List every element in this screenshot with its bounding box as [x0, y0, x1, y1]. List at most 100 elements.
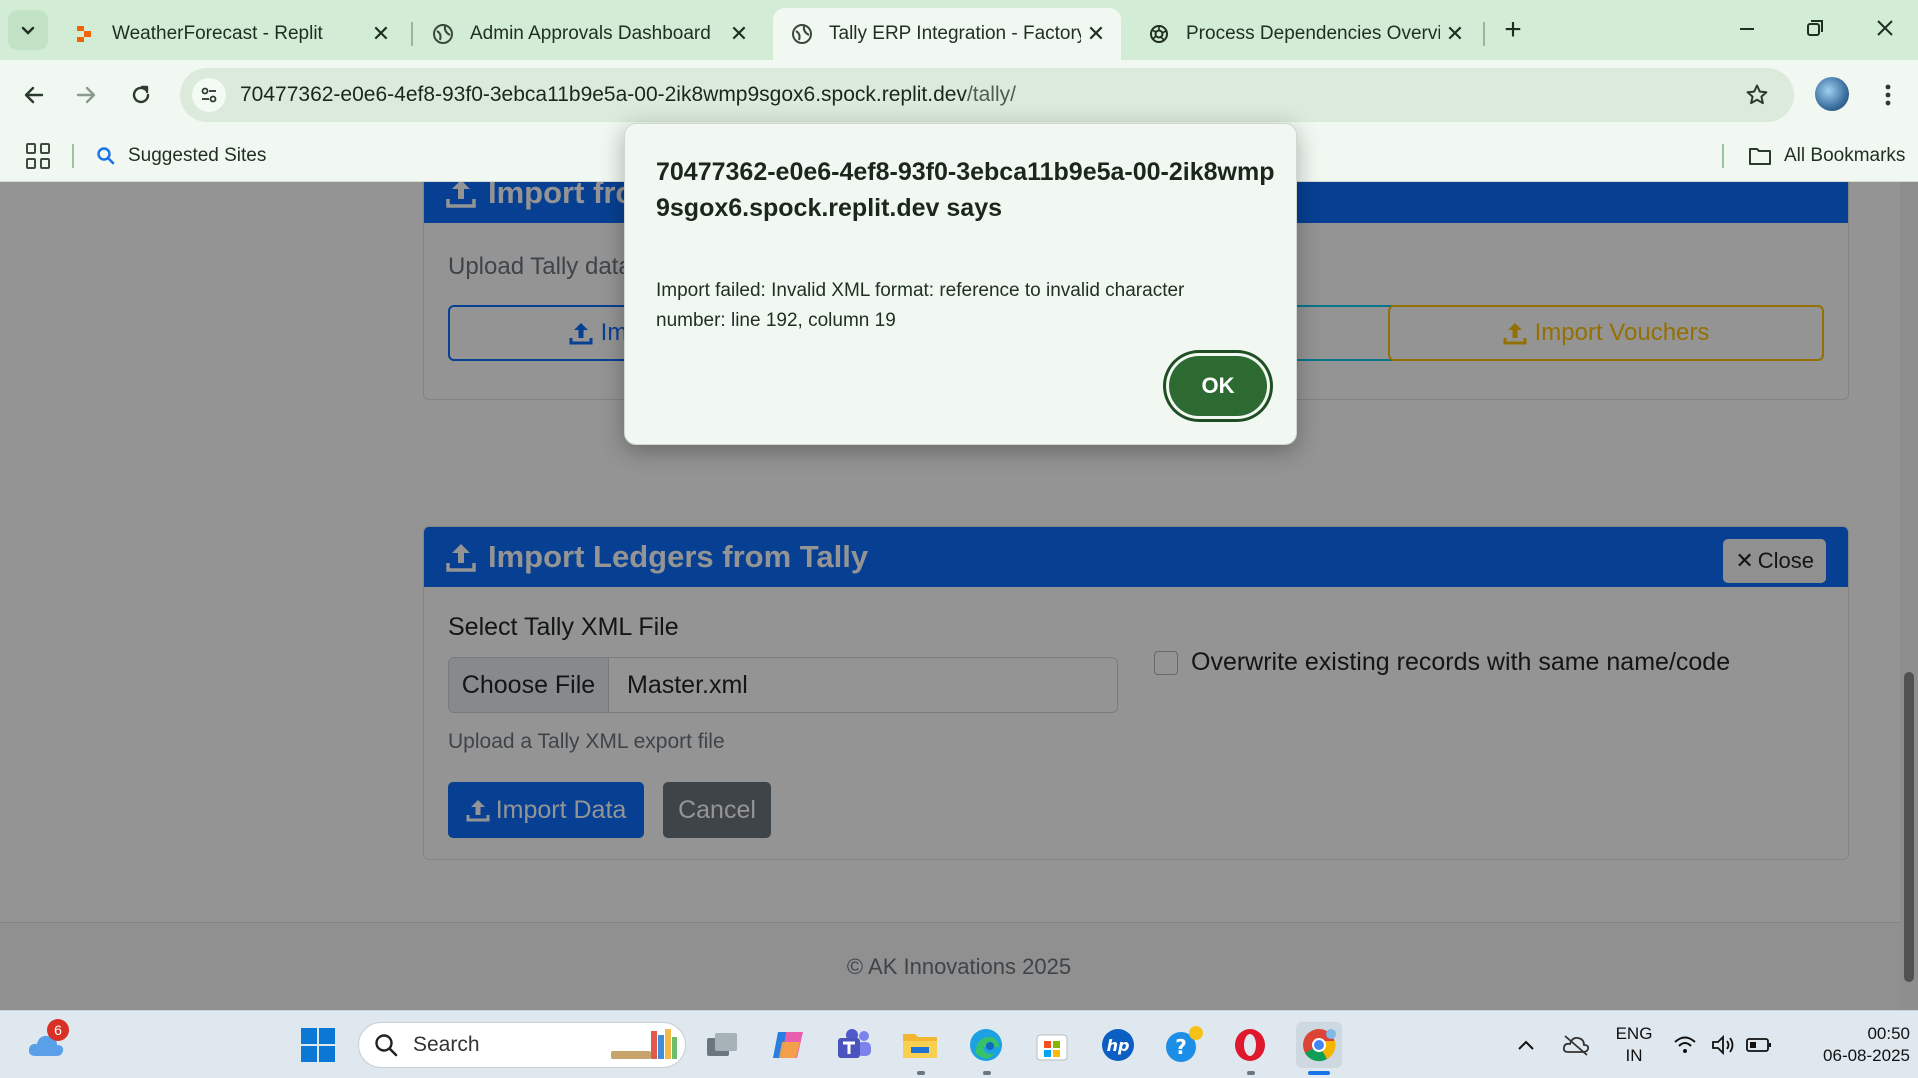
hp-icon: hp [1102, 1029, 1134, 1061]
minimize-icon [1740, 28, 1754, 30]
running-indicator [1247, 1071, 1255, 1075]
apps-grid-icon[interactable] [26, 143, 52, 169]
wifi-tray[interactable] [1670, 1025, 1700, 1065]
copilot-app[interactable] [768, 1025, 808, 1065]
tab-tally-erp[interactable]: Tally ERP Integration - Factory M ✕ [773, 8, 1121, 60]
browser-menu-button[interactable] [1870, 75, 1906, 115]
battery-tray[interactable] [1744, 1025, 1774, 1065]
windows-icon [301, 1028, 335, 1062]
openai-icon [1148, 23, 1170, 45]
tab-title: Tally ERP Integration - Factory M [829, 23, 1081, 44]
reload-icon [132, 85, 150, 104]
bookmark-star-icon[interactable] [1740, 78, 1774, 112]
tab-title: Process Dependencies Overview [1186, 23, 1440, 44]
all-bookmarks-button[interactable]: All Bookmarks [1748, 140, 1905, 172]
restore-icon [1807, 20, 1823, 36]
reload-button[interactable] [119, 73, 163, 117]
tab-weatherforecast[interactable]: WeatherForecast - Replit ✕ [56, 8, 406, 60]
bookmark-suggested-sites[interactable]: Suggested Sites [96, 140, 266, 172]
back-button[interactable] [12, 73, 56, 117]
tab-title: Admin Approvals Dashboard [470, 23, 711, 44]
bookmark-separator [1722, 144, 1724, 168]
folder-icon [1749, 148, 1771, 165]
globe-icon [432, 23, 454, 45]
close-icon[interactable]: ✕ [724, 19, 754, 49]
show-hidden-icons-button[interactable] [1506, 1025, 1546, 1065]
forward-button[interactable] [64, 73, 108, 117]
close-icon[interactable]: ✕ [1440, 19, 1470, 49]
globe-icon [791, 23, 813, 45]
profile-avatar[interactable] [1815, 77, 1849, 111]
minimize-button[interactable] [1714, 0, 1780, 56]
site-info-icon[interactable] [192, 78, 226, 112]
volume-tray[interactable] [1708, 1025, 1738, 1065]
search-icon [375, 1034, 398, 1057]
onedrive-tray[interactable] [1556, 1025, 1596, 1065]
books-icon [611, 1029, 677, 1059]
clock-date: 06-08-2025 [1823, 1046, 1910, 1065]
arrow-right-icon [76, 86, 96, 104]
close-icon[interactable]: ✕ [366, 19, 396, 49]
bookmark-label: All Bookmarks [1784, 145, 1906, 166]
lang-region: IN [1625, 1046, 1643, 1065]
language-indicator[interactable]: ENG IN [1608, 1023, 1660, 1067]
dialog-title-text: 70477362-e0e6-4ef8-93f0-3ebca11b9e5a-00-… [656, 158, 1275, 222]
hp-app[interactable]: hp [1098, 1025, 1138, 1065]
help-app[interactable]: ? [1164, 1025, 1204, 1065]
task-view-button[interactable] [702, 1025, 742, 1065]
task-view-icon [707, 1033, 737, 1056]
chevron-up-icon [1518, 1040, 1534, 1050]
volume-icon [1712, 1034, 1734, 1056]
restore-button[interactable] [1782, 0, 1848, 56]
chrome-icon [1303, 1029, 1336, 1062]
running-indicator [917, 1071, 925, 1075]
dialog-title: 70477362-e0e6-4ef8-93f0-3ebca11b9e5a-00-… [656, 154, 1276, 226]
folder-icon [903, 1034, 937, 1058]
tab-title: WeatherForecast - Replit [112, 23, 323, 44]
windows-taskbar: 6 Search hp ? ENG IN 00:50 06-08-2025 [0, 1010, 1918, 1078]
close-icon [1877, 20, 1893, 36]
svg-text:hp: hp [1107, 1036, 1130, 1055]
new-tab-button[interactable]: + [1495, 12, 1531, 48]
opera-app[interactable] [1230, 1025, 1270, 1065]
ok-button[interactable]: OK [1169, 356, 1267, 416]
tab-admin-approvals[interactable]: Admin Approvals Dashboard ✕ [414, 8, 764, 60]
url-host: 70477362-e0e6-4ef8-93f0-3ebca11b9e5a-00-… [240, 83, 967, 106]
teams-app[interactable] [834, 1025, 874, 1065]
taskbar-search[interactable]: Search [358, 1022, 686, 1068]
help-icon: ? [1166, 1026, 1203, 1062]
search-placeholder: Search [413, 1033, 480, 1056]
teams-icon [838, 1029, 871, 1058]
alert-dialog: 70477362-e0e6-4ef8-93f0-3ebca11b9e5a-00-… [624, 123, 1297, 445]
notification-badge: 6 [47, 1019, 69, 1041]
replit-icon [74, 23, 96, 45]
tab-separator [411, 22, 413, 46]
tab-process-dependencies[interactable]: Process Dependencies Overview ✕ [1130, 8, 1480, 60]
start-button[interactable] [298, 1025, 338, 1065]
file-explorer-app[interactable] [900, 1025, 940, 1065]
active-indicator [1308, 1071, 1330, 1075]
tab-search-button[interactable] [8, 10, 48, 50]
bookmark-separator [72, 144, 74, 168]
bookmark-label: Suggested Sites [128, 145, 267, 166]
wifi-icon [1674, 1036, 1696, 1053]
more-vertical-icon [1885, 84, 1891, 106]
edge-app[interactable] [966, 1025, 1006, 1065]
search-icon [97, 147, 115, 165]
url-text: 70477362-e0e6-4ef8-93f0-3ebca11b9e5a-00-… [240, 83, 1016, 107]
store-app[interactable] [1032, 1025, 1072, 1065]
arrow-left-icon [24, 86, 44, 104]
battery-icon [1746, 1038, 1771, 1052]
close-icon[interactable]: ✕ [1081, 19, 1111, 49]
clock[interactable]: 00:50 06-08-2025 [1790, 1023, 1910, 1067]
tab-separator [1483, 22, 1485, 46]
address-bar[interactable]: 70477362-e0e6-4ef8-93f0-3ebca11b9e5a-00-… [180, 68, 1794, 122]
edge-icon [970, 1029, 1002, 1061]
window-close-button[interactable] [1852, 0, 1918, 56]
cloud-off-icon [1562, 1035, 1590, 1056]
dialog-message: Import failed: Invalid XML format: refer… [656, 280, 1185, 331]
chrome-app[interactable] [1296, 1022, 1342, 1068]
lang-code: ENG [1615, 1024, 1653, 1043]
store-icon [1036, 1034, 1068, 1061]
copilot-icon [773, 1032, 803, 1058]
